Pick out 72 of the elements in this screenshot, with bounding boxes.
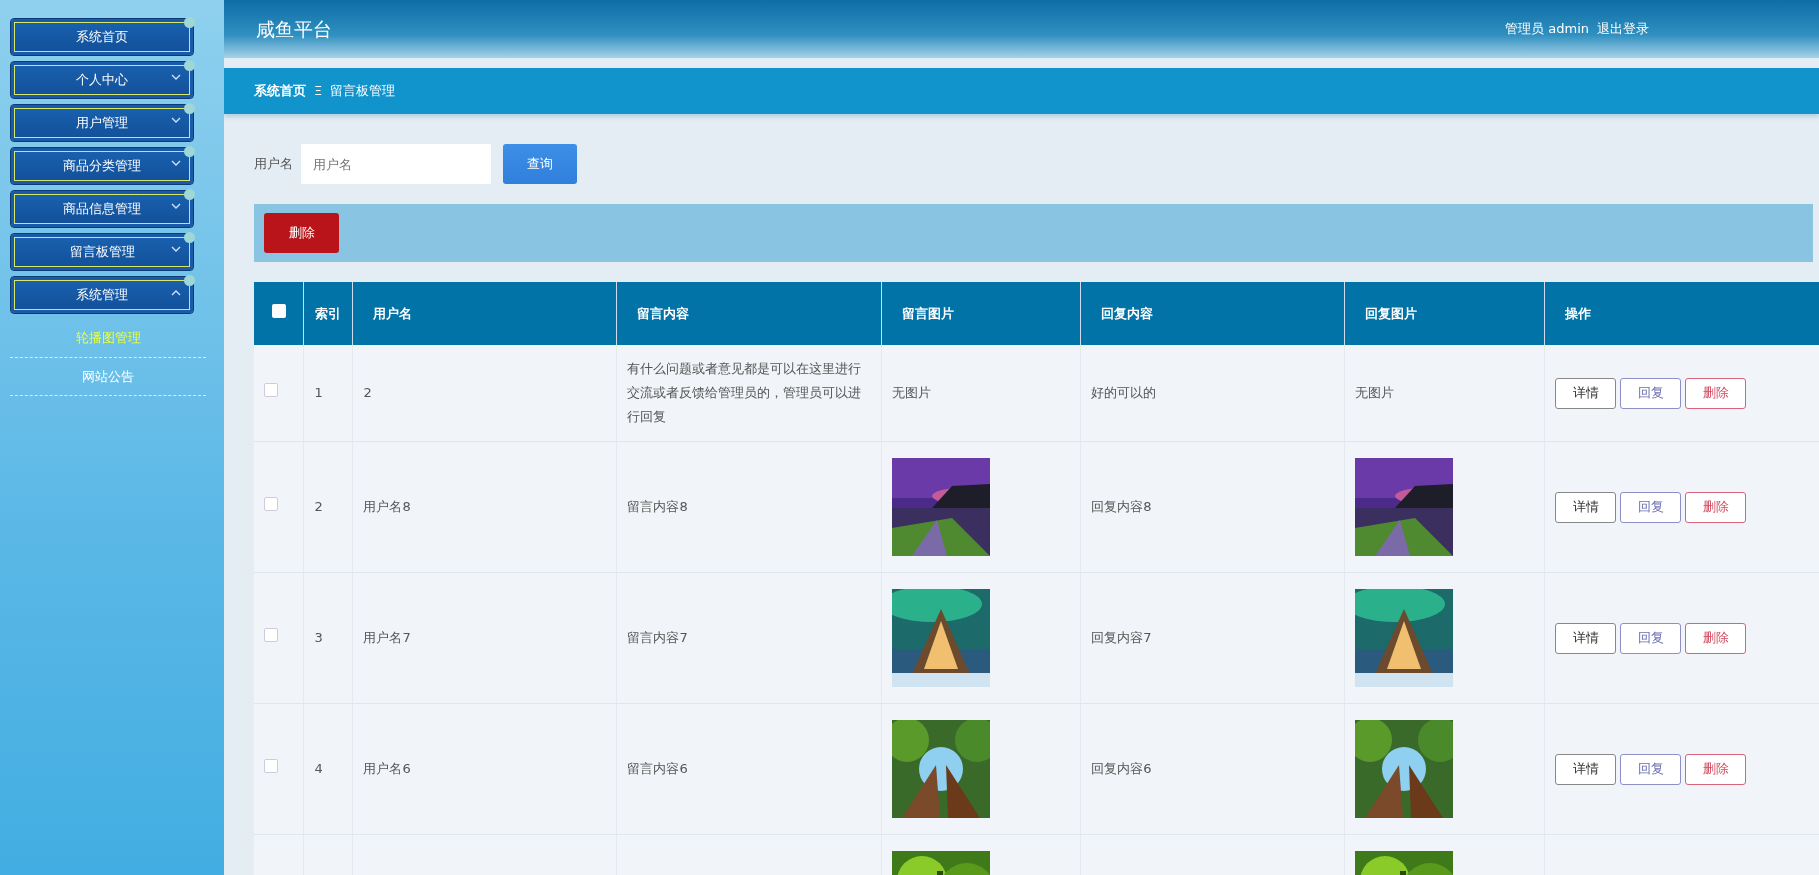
message-text: 有什么问题或者意见都是可以在这里进行交流或者反馈给管理员的，管理员可以进行回复 [627,361,862,424]
column-header: 索引 [315,305,342,321]
site-title: 咸鱼平台 [256,16,332,42]
message-text: 留言内容7 [627,630,688,645]
message-text: 留言内容8 [627,499,688,514]
chevron-down-icon [171,160,181,167]
corner-dot-icon [184,60,195,71]
corner-dot-icon [184,103,195,114]
reply-text: 回复内容6 [1091,761,1152,776]
row-index: 2 [314,499,323,514]
chevron-down-icon [171,117,181,124]
details-button[interactable]: 详情 [1555,491,1617,523]
column-header: 回复图片 [1365,305,1418,321]
column-header: 留言图片 [901,305,954,321]
search-button[interactable]: 查询 [503,144,577,184]
username-cell: 用户名6 [363,761,411,776]
no-image-text: 无图片 [1355,385,1395,400]
reply-button[interactable]: 回复 [1620,622,1682,654]
username-cell: 用户名8 [363,499,411,514]
corner-dot-icon [184,232,195,243]
column-header: 回复内容 [1101,305,1154,321]
reply-button[interactable]: 回复 [1620,377,1682,409]
delete-button[interactable]: 删除 [1685,491,1747,523]
column-header: 留言内容 [637,305,690,321]
logout-link[interactable]: 退出登录 [1597,19,1649,39]
row-checkbox[interactable] [264,383,278,397]
menu-item[interactable]: 系统管理 [10,276,194,314]
details-button[interactable]: 详情 [1555,622,1617,654]
breadcrumb-separator: Ξ [314,82,323,101]
delete-button[interactable]: 删除 [264,213,339,253]
details-button[interactable]: 详情 [1555,377,1617,409]
chevron-up-icon [171,289,181,296]
reply-text: 好的可以的 [1091,385,1157,400]
row-checkbox[interactable] [264,628,278,642]
menu-item[interactable]: 商品分类管理 [10,147,194,185]
username-input[interactable]: 用户名 [301,144,491,184]
row-checkbox[interactable] [264,497,278,511]
row-checkbox[interactable] [264,759,278,773]
row-index: 3 [314,630,323,645]
menu-item[interactable]: 商品信息管理 [10,190,194,228]
chevron-down-icon [171,74,181,81]
message-text: 留言内容6 [627,761,688,776]
delete-button[interactable]: 删除 [1685,622,1747,654]
breadcrumb-link[interactable]: 系统首页 [254,81,306,101]
row-index: 1 [314,385,323,400]
delete-button[interactable]: 删除 [1685,753,1747,785]
chevron-down-icon [171,246,181,253]
no-image-text: 无图片 [891,385,931,400]
menu-item[interactable]: 系统首页 [10,18,194,56]
breadcrumb-link[interactable]: 留言板管理 [330,81,396,101]
corner-dot-icon [184,146,195,157]
reply-button[interactable]: 回复 [1620,491,1682,523]
reply-text: 回复内容7 [1091,630,1152,645]
menu-item[interactable]: 个人中心 [10,61,194,99]
menu-item[interactable]: 用户管理 [10,104,194,142]
column-header: 用户名 [373,305,413,321]
select-all-checkbox[interactable] [271,303,286,318]
field-label: 用户名 [254,155,293,174]
chevron-down-icon [171,203,181,210]
menu-item[interactable]: 留言板管理 [10,233,194,271]
delete-button[interactable]: 删除 [1685,377,1747,409]
column-header: 操作 [1565,305,1592,321]
corner-dot-icon [184,275,195,286]
details-button[interactable]: 详情 [1555,753,1617,785]
row-index: 4 [314,761,323,776]
corner-dot-icon [184,189,195,200]
user-label: 管理员 admin [1505,20,1589,39]
username-cell: 2 [363,385,372,400]
corner-dot-icon [184,17,195,28]
reply-text: 回复内容8 [1091,499,1152,514]
reply-button[interactable]: 回复 [1620,753,1682,785]
username-cell: 用户名7 [363,630,411,645]
